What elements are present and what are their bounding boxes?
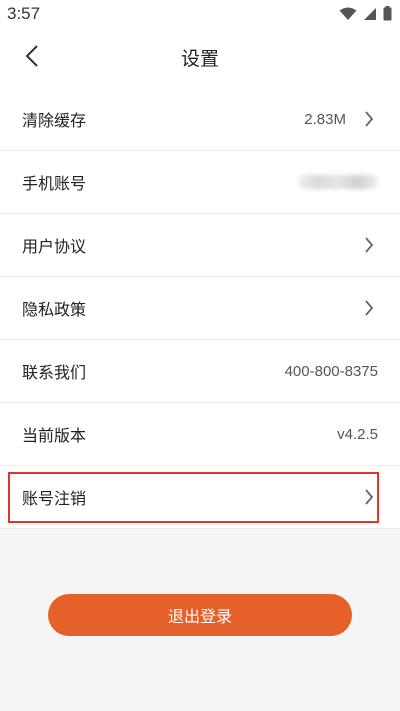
chevron-right-icon — [364, 109, 378, 129]
header: 设置 — [0, 28, 400, 88]
contact-phone: 400-800-8375 — [284, 362, 378, 380]
setting-label: 当前版本 — [22, 426, 87, 445]
logout-button[interactable]: 退出登录 — [48, 594, 352, 636]
chevron-right-icon — [364, 298, 378, 318]
cache-size: 2.83M — [304, 110, 346, 128]
battery-icon — [383, 6, 392, 25]
setting-label: 手机账号 — [22, 174, 87, 193]
setting-label: 隐私政策 — [22, 300, 87, 319]
chevron-right-icon — [364, 487, 378, 507]
setting-contact-us[interactable]: 联系我们 400-800-8375 — [0, 340, 400, 403]
setting-label: 联系我们 — [22, 363, 87, 382]
setting-label: 清除缓存 — [22, 111, 87, 130]
chevron-right-icon — [364, 235, 378, 255]
setting-delete-account[interactable]: 账号注销 — [0, 466, 400, 529]
setting-label: 账号注销 — [22, 489, 87, 508]
version-value: v4.2.5 — [337, 425, 378, 443]
setting-clear-cache[interactable]: 清除缓存 2.83M — [0, 88, 400, 151]
status-icons — [339, 6, 392, 25]
settings-list: 清除缓存 2.83M 手机账号 用户协议 隐私政策 联系我们 400-800-8… — [0, 88, 400, 529]
wifi-icon — [339, 6, 357, 25]
setting-current-version: 当前版本 v4.2.5 — [0, 403, 400, 466]
setting-user-agreement[interactable]: 用户协议 — [0, 214, 400, 277]
setting-privacy-policy[interactable]: 隐私政策 — [0, 277, 400, 340]
status-bar: 3:57 — [0, 0, 400, 28]
page-title: 设置 — [180, 48, 219, 70]
setting-phone-account: 手机账号 — [0, 151, 400, 214]
phone-number-blurred — [298, 175, 378, 189]
status-time: 3:57 — [7, 4, 41, 23]
signal-icon — [363, 6, 377, 25]
setting-label: 用户协议 — [22, 237, 87, 256]
